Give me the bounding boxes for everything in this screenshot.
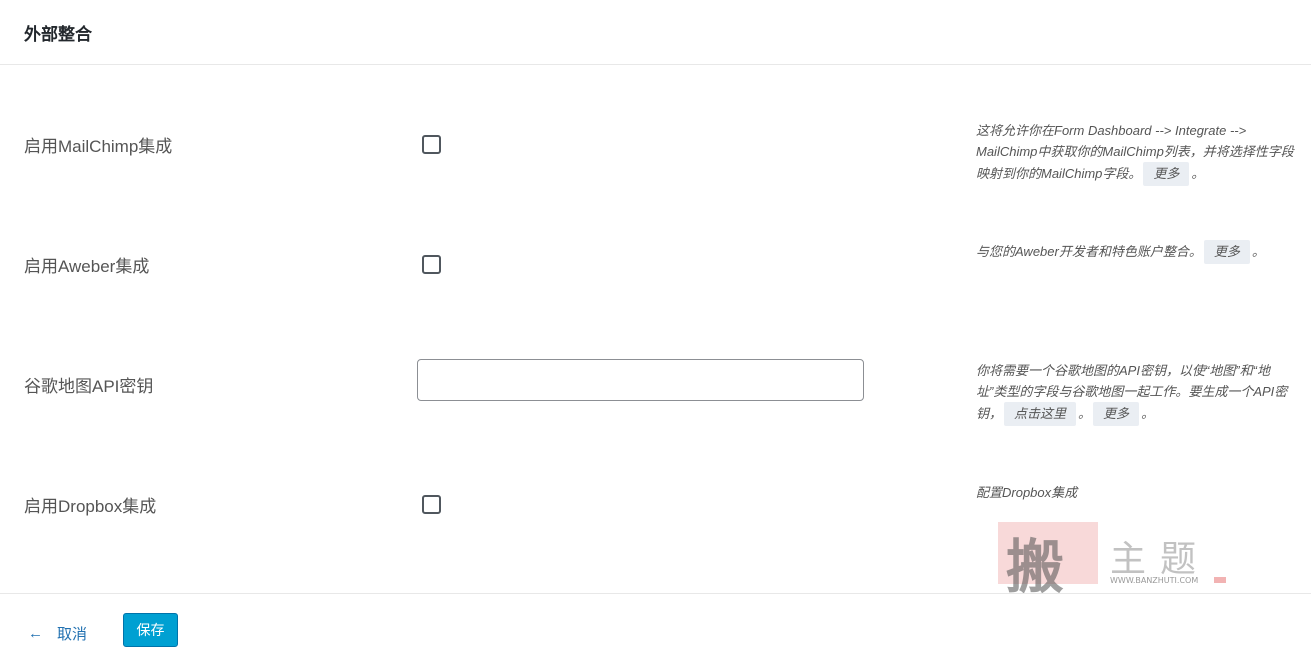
mailchimp-checkbox[interactable] [422, 135, 441, 154]
google-maps-label: 谷歌地图API密钥 [24, 377, 154, 396]
google-maps-desc-sep: 。 [1078, 406, 1092, 421]
click-here-link[interactable]: 点击这里 [1004, 402, 1077, 426]
mailchimp-desc-text: 这将允许你在Form Dashboard --> Integrate --> M… [976, 123, 1294, 181]
page-title: 外部整合 [24, 25, 92, 44]
cancel-link[interactable]: ← 取消 [28, 623, 87, 644]
aweber-desc-end: 。 [1251, 244, 1265, 259]
cancel-label: 取消 [57, 626, 88, 643]
mailchimp-desc-end: 。 [1191, 166, 1205, 181]
dropbox-desc-text: 配置Dropbox集成 [976, 485, 1078, 500]
google-maps-more-link[interactable]: 更多 [1093, 402, 1140, 426]
mailchimp-label: 启用MailChimp集成 [24, 137, 173, 156]
aweber-desc-text: 与您的Aweber开发者和特色账户整合。 [976, 244, 1202, 259]
dropbox-checkbox[interactable] [422, 495, 441, 514]
google-maps-description: 你将需要一个谷歌地图的API密钥，以使“地图”和“地址”类型的字段与谷歌地图一起… [976, 360, 1294, 426]
google-maps-desc-end: 。 [1141, 406, 1155, 421]
footer-bar: ← 取消 保存 [0, 593, 1311, 663]
save-button[interactable]: 保存 [123, 613, 178, 647]
mailchimp-description: 这将允许你在Form Dashboard --> Integrate --> M… [976, 120, 1294, 186]
watermark-text: 主题 [1110, 539, 1211, 580]
page-header: 外部整合 [0, 0, 1311, 65]
arrow-left-icon: ← [28, 625, 43, 642]
dropbox-label: 启用Dropbox集成 [24, 497, 157, 516]
mailchimp-more-link[interactable]: 更多 [1143, 162, 1190, 186]
watermark-logo: 搬 主题 WWW.BANZHUTI.COM [998, 522, 1230, 601]
watermark-url: WWW.BANZHUTI.COM [1110, 576, 1199, 585]
aweber-more-link[interactable]: 更多 [1203, 240, 1250, 264]
aweber-checkbox[interactable] [422, 255, 441, 274]
aweber-label: 启用Aweber集成 [24, 257, 150, 276]
google-maps-api-key-input[interactable] [417, 359, 864, 401]
dropbox-description: 配置Dropbox集成 [976, 482, 1294, 503]
watermark-bar [1214, 577, 1226, 583]
watermark-seal-char: 搬 [1006, 533, 1065, 601]
aweber-description: 与您的Aweber开发者和特色账户整合。 更多。 [976, 240, 1294, 264]
